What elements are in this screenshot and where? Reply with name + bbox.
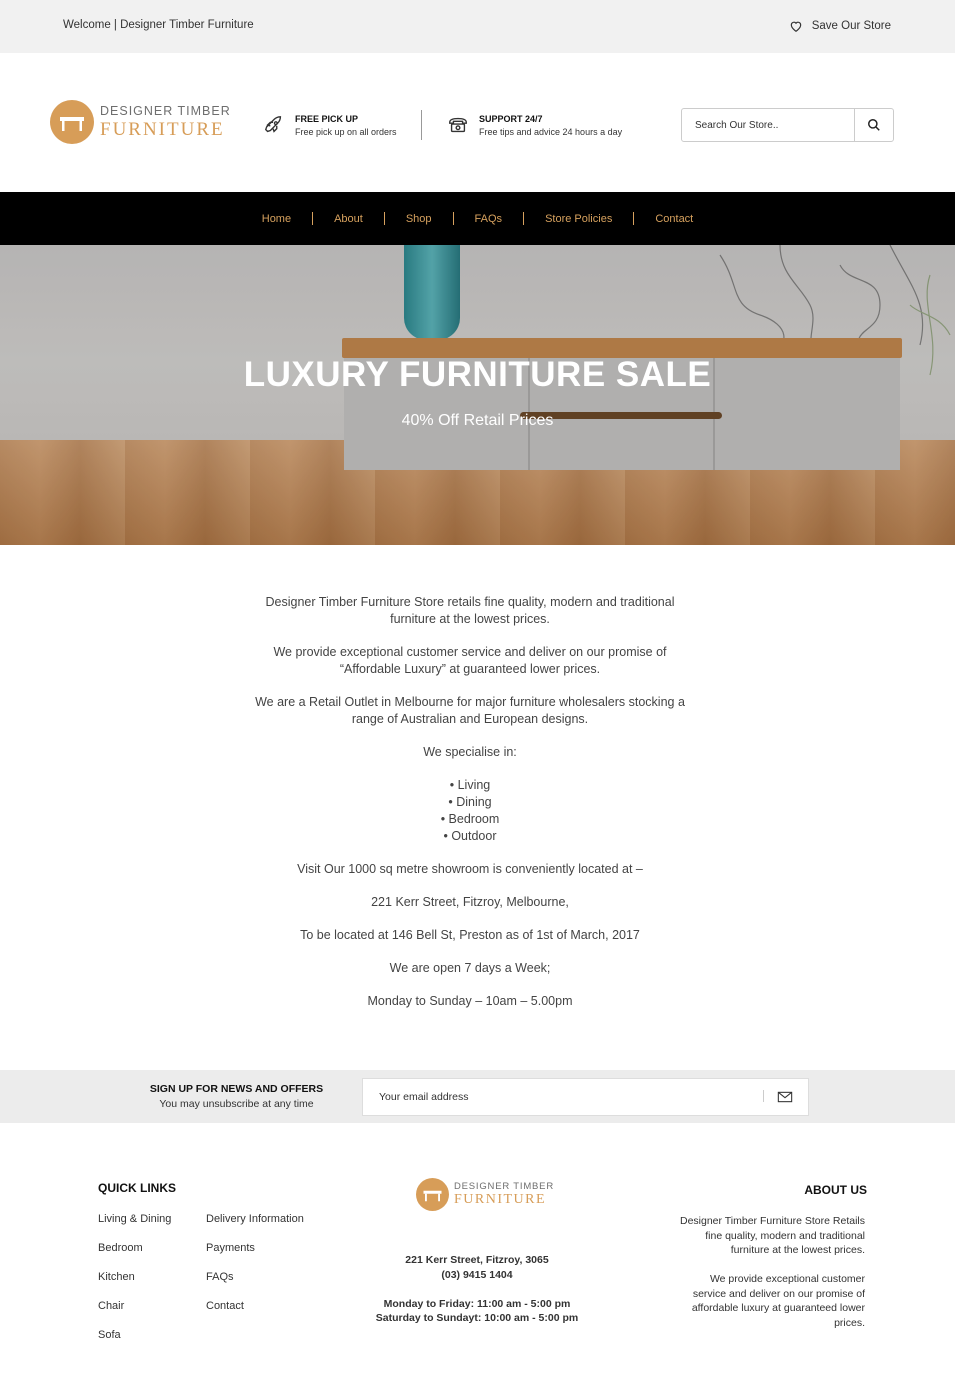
feature-desc: Free tips and advice 24 hours a day: [479, 127, 623, 137]
about-paragraph: We are a Retail Outlet in Melbourne for …: [255, 695, 685, 726]
welcome-text: Welcome | Designer Timber Furniture: [63, 19, 254, 31]
newsletter-subtitle: You may unsubscribe at any time: [159, 1098, 314, 1110]
quick-link[interactable]: Contact: [206, 1300, 304, 1329]
footer-hours-weekday: Monday to Friday: 11:00 am - 5:00 pm: [383, 1297, 571, 1310]
search-button[interactable]: [854, 109, 893, 141]
list-item: • Living: [449, 778, 491, 792]
hero-banner[interactable]: LUXURY FURNITURE SALE 40% Off Retail Pri…: [0, 245, 955, 545]
table-logo-icon: [50, 100, 94, 144]
search-input[interactable]: [682, 109, 855, 141]
about-paragraph: We specialise in:: [423, 745, 517, 759]
nav-home[interactable]: Home: [241, 213, 312, 225]
quick-link[interactable]: Chair: [98, 1300, 171, 1329]
list-item: • Bedroom: [440, 812, 500, 826]
save-store-label: Save Our Store: [811, 20, 891, 32]
logo-line2: FURNITURE: [454, 1192, 547, 1208]
feature-desc: Free pick up on all orders: [295, 127, 397, 137]
about-paragraph: To be located at 146 Bell St, Preston as…: [300, 928, 640, 942]
about-us-text: Designer Timber Furniture Store Retails …: [680, 1214, 865, 1345]
nav-store-policies[interactable]: Store Policies: [524, 213, 633, 225]
logo-line2: FURNITURE: [100, 118, 225, 140]
about-section: Designer Timber Furniture Store retails …: [255, 594, 685, 1026]
mail-send-icon[interactable]: [777, 1090, 793, 1104]
quick-link[interactable]: Delivery Information: [206, 1213, 304, 1242]
specialties-list: • Living • Dining • Bedroom • Outdoor: [255, 777, 685, 845]
search-bar: [681, 108, 894, 142]
newsletter-title: SIGN UP FOR NEWS AND OFFERS: [149, 1083, 324, 1095]
nav-faqs[interactable]: FAQs: [454, 213, 524, 225]
about-paragraph: 221 Kerr Street, Fitzroy, Melbourne,: [371, 895, 569, 909]
feature-title: FREE PICK UP: [295, 114, 359, 124]
feature-divider: [421, 110, 422, 140]
quick-link[interactable]: Kitchen: [98, 1271, 171, 1300]
phone-icon: [449, 117, 467, 133]
footer-contact: 221 Kerr Street, Fitzroy, 3065 (03) 9415…: [330, 1253, 624, 1326]
feature-support: SUPPORT 24/7 Free tips and advice 24 hou…: [447, 114, 622, 137]
nav-about[interactable]: About: [313, 213, 384, 225]
hero-title: LUXURY FURNITURE SALE: [243, 355, 712, 394]
email-input[interactable]: [363, 1079, 763, 1115]
list-item: • Dining: [448, 795, 492, 809]
quick-link[interactable]: Payments: [206, 1242, 304, 1271]
about-paragraph: We provide exceptional customer service …: [273, 645, 667, 676]
heart-icon: [790, 21, 801, 32]
feature-pickup: FREE PICK UP Free pick up on all orders: [263, 114, 397, 137]
about-paragraph: Monday to Sunday – 10am – 5.00pm: [367, 994, 573, 1008]
about-paragraph: We are open 7 days a Week;: [389, 961, 551, 975]
quick-link[interactable]: Sofa: [98, 1329, 171, 1358]
feature-title: SUPPORT 24/7: [479, 114, 543, 124]
newsletter-bar: SIGN UP FOR NEWS AND OFFERS You may unsu…: [0, 1070, 955, 1123]
list-item: • Outdoor: [443, 829, 497, 843]
search-icon: [868, 119, 880, 131]
top-bar: Welcome | Designer Timber Furniture Save…: [0, 0, 955, 53]
rocket-icon: [264, 116, 282, 133]
quick-link[interactable]: FAQs: [206, 1271, 304, 1300]
nav-contact[interactable]: Contact: [634, 213, 714, 225]
footer-logo[interactable]: DESIGNER TIMBER FURNITURE: [416, 1178, 554, 1211]
quick-link[interactable]: Bedroom: [98, 1242, 171, 1271]
about-paragraph: Visit Our 1000 sq metre showroom is conv…: [297, 862, 643, 876]
nav-shop[interactable]: Shop: [385, 213, 453, 225]
site-logo[interactable]: DESIGNER TIMBER FURNITURE: [50, 100, 231, 144]
about-us-paragraph: Designer Timber Furniture Store Retails …: [680, 1215, 865, 1256]
newsletter-form: [362, 1078, 809, 1116]
save-store-link[interactable]: Save Our Store: [789, 19, 891, 33]
table-logo-icon: [416, 1178, 449, 1211]
logo-line1: DESIGNER TIMBER: [454, 1180, 554, 1192]
main-nav: Home About Shop FAQs Store Policies Cont…: [0, 192, 955, 245]
quick-links-column: Delivery Information Payments FAQs Conta…: [206, 1213, 304, 1329]
quick-links-title: QUICK LINKS: [98, 1181, 176, 1195]
footer-address: 221 Kerr Street, Fitzroy, 3065: [405, 1254, 549, 1266]
about-us-paragraph: We provide exceptional customer service …: [691, 1273, 865, 1329]
footer-phone: (03) 9415 1404: [441, 1268, 513, 1281]
quick-links-column: Living & Dining Bedroom Kitchen Chair So…: [98, 1213, 171, 1358]
footer-hours-weekend: Saturday to Sundayt: 10:00 am - 5:00 pm: [375, 1312, 579, 1324]
logo-line1: DESIGNER TIMBER: [100, 104, 231, 119]
quick-link[interactable]: Living & Dining: [98, 1213, 171, 1242]
about-us-title: ABOUT US: [804, 1183, 867, 1197]
hero-subtitle: 40% Off Retail Prices: [401, 412, 554, 429]
about-paragraph: Designer Timber Furniture Store retails …: [265, 595, 675, 626]
